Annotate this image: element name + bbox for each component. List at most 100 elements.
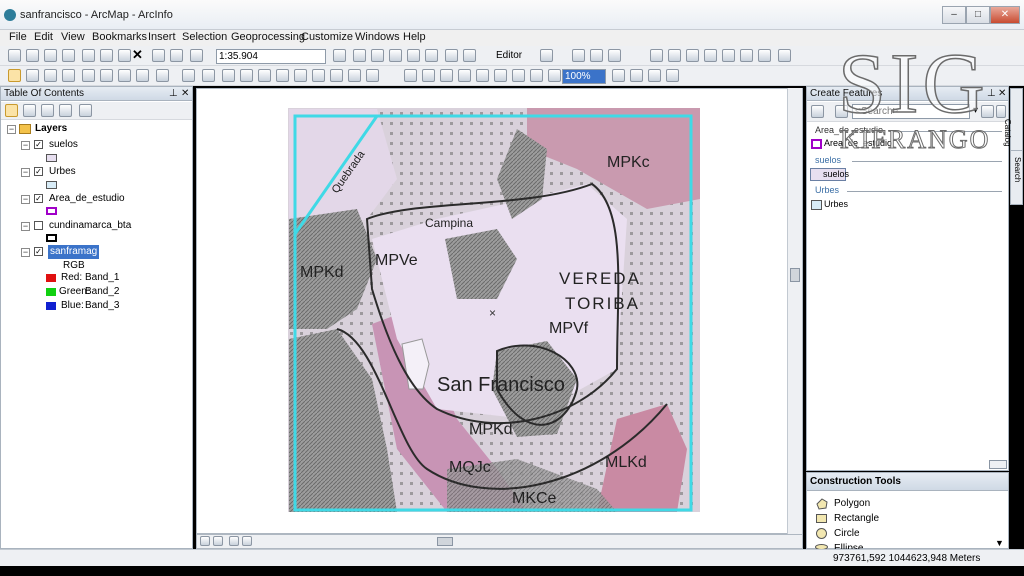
full-extent-icon[interactable] <box>62 69 75 82</box>
collapse-area-icon[interactable]: − <box>21 195 30 204</box>
map-canvas[interactable]: MPKc MPKd MPVe VEREDA TORIBA MPVf San Fr… <box>197 89 802 533</box>
sanframag-checkbox[interactable]: ✓ <box>34 247 43 256</box>
rotate-icon[interactable] <box>722 49 735 62</box>
undo-icon[interactable] <box>152 49 165 62</box>
layer-cundinamarca-bta[interactable]: cundinamarca_bta <box>49 219 131 233</box>
layout-pan-icon[interactable] <box>440 69 453 82</box>
split-icon[interactable] <box>704 49 717 62</box>
suelos-checkbox[interactable]: ✓ <box>34 140 43 149</box>
refresh-icon[interactable] <box>229 536 239 546</box>
collapse-sanframag-icon[interactable]: − <box>21 248 30 257</box>
cut-icon[interactable] <box>82 49 95 62</box>
go-back-icon[interactable] <box>118 69 131 82</box>
end-point-arc-icon[interactable] <box>590 49 603 62</box>
list-by-selection-icon[interactable] <box>59 104 72 117</box>
menu-windows[interactable]: Windows <box>355 31 400 43</box>
cundinamarca-checkbox[interactable] <box>34 221 43 230</box>
new-document-icon[interactable] <box>8 49 21 62</box>
menu-edit[interactable]: Edit <box>34 31 53 43</box>
area-de-estudio-symbol[interactable] <box>46 207 57 215</box>
layers-root[interactable]: Layers <box>35 122 67 136</box>
data-driven-pages-icon[interactable] <box>666 69 679 82</box>
template-suelos[interactable]: suelos <box>823 169 849 179</box>
cundinamarca-symbol[interactable] <box>46 234 57 242</box>
urbes-symbol[interactable] <box>46 181 57 189</box>
layer-area-de-estudio[interactable]: Area_de_estudio <box>49 192 125 206</box>
go-forward-icon[interactable] <box>136 69 149 82</box>
tool-polygon[interactable]: Polygon <box>834 498 870 509</box>
save-icon[interactable] <box>44 49 57 62</box>
attributes-icon[interactable] <box>740 49 753 62</box>
tool-circle[interactable]: Circle <box>834 528 860 539</box>
layer-sanframag[interactable]: sanframag <box>48 245 100 259</box>
cut-polygons-icon[interactable] <box>686 49 699 62</box>
modelbuilder-icon[interactable] <box>445 49 458 62</box>
pause-drawing-icon[interactable] <box>242 536 252 546</box>
search-window-icon[interactable] <box>389 49 402 62</box>
zoom-percent-field[interactable]: 100% <box>562 69 606 84</box>
list-by-visibility-icon[interactable] <box>41 104 54 117</box>
layer-suelos[interactable]: suelos <box>49 138 78 152</box>
edit-tool-icon[interactable] <box>540 49 553 62</box>
collapse-cundinamarca-icon[interactable]: − <box>21 222 30 231</box>
toggle-draft-mode-icon[interactable] <box>612 69 625 82</box>
panel-resize-icon[interactable] <box>989 460 1007 469</box>
time-slider-icon[interactable] <box>348 69 361 82</box>
create-features-close-icon[interactable]: ✕ <box>998 87 1006 101</box>
organize-templates-icon[interactable] <box>811 105 824 118</box>
horizontal-scroll-thumb[interactable] <box>437 537 453 546</box>
python-window-icon[interactable] <box>425 49 438 62</box>
html-popup-icon[interactable] <box>258 69 271 82</box>
pan-icon[interactable] <box>44 69 57 82</box>
catalog-window-icon[interactable] <box>371 49 384 62</box>
menu-selection[interactable]: Selection <box>182 31 227 43</box>
clear-selection-icon[interactable] <box>182 69 195 82</box>
zoom-out-icon[interactable] <box>26 69 39 82</box>
arctoolbox-icon[interactable] <box>407 49 420 62</box>
toc-close-icon[interactable]: ✕ <box>181 87 189 101</box>
layout-back-icon[interactable] <box>530 69 543 82</box>
tab-search[interactable]: Search <box>1010 150 1023 205</box>
menu-help[interactable]: Help <box>403 31 426 43</box>
redo-icon[interactable] <box>170 49 183 62</box>
tool-rectangle[interactable]: Rectangle <box>834 513 879 524</box>
fixed-zoom-out-icon[interactable] <box>100 69 113 82</box>
print-icon[interactable] <box>62 49 75 62</box>
find-route-icon[interactable] <box>294 69 307 82</box>
pin-icon[interactable]: ⊥ <box>169 87 178 101</box>
collapse-layers-icon[interactable]: − <box>7 125 16 134</box>
menu-insert[interactable]: Insert <box>148 31 176 43</box>
layout-view-icon[interactable] <box>213 536 223 546</box>
paste-icon[interactable] <box>118 49 131 62</box>
list-by-drawing-order-icon[interactable] <box>5 104 18 117</box>
copy-icon[interactable] <box>100 49 113 62</box>
menu-customize[interactable]: Customize <box>301 31 353 43</box>
scroll-down-icon[interactable]: ▼ <box>995 538 1004 548</box>
layer-urbes[interactable]: Urbes <box>49 165 76 179</box>
minimize-button[interactable]: – <box>942 6 966 24</box>
find-icon[interactable] <box>276 69 289 82</box>
editor-menu[interactable]: Editor <box>496 50 522 61</box>
layout-zoom-out-icon[interactable] <box>422 69 435 82</box>
map-scale-field[interactable]: 1:35.904 <box>216 49 326 64</box>
add-data-icon[interactable] <box>190 49 203 62</box>
area-de-estudio-checkbox[interactable]: ✓ <box>34 194 43 203</box>
suelos-symbol[interactable] <box>46 154 57 162</box>
list-by-source-icon[interactable] <box>23 104 36 117</box>
toc-window-icon[interactable] <box>353 49 366 62</box>
menu-file[interactable]: File <box>9 31 27 43</box>
map-vertical-scrollbar[interactable] <box>787 88 802 534</box>
map-view[interactable]: MPKc MPKd MPVe VEREDA TORIBA MPVf San Fr… <box>196 88 803 534</box>
select-elements-icon[interactable] <box>202 69 215 82</box>
close-button[interactable]: ✕ <box>990 6 1020 24</box>
trace-icon[interactable] <box>608 49 621 62</box>
data-view-icon[interactable] <box>200 536 210 546</box>
change-layout-icon[interactable] <box>648 69 661 82</box>
layout-zoom-in-icon[interactable] <box>404 69 417 82</box>
collapse-urbes-icon[interactable]: − <box>21 168 30 177</box>
open-icon[interactable] <box>26 49 39 62</box>
help-icon[interactable] <box>463 49 476 62</box>
measure-icon[interactable] <box>330 69 343 82</box>
zoom-in-icon[interactable] <box>8 69 21 82</box>
collapse-suelos-icon[interactable]: − <box>21 141 30 150</box>
